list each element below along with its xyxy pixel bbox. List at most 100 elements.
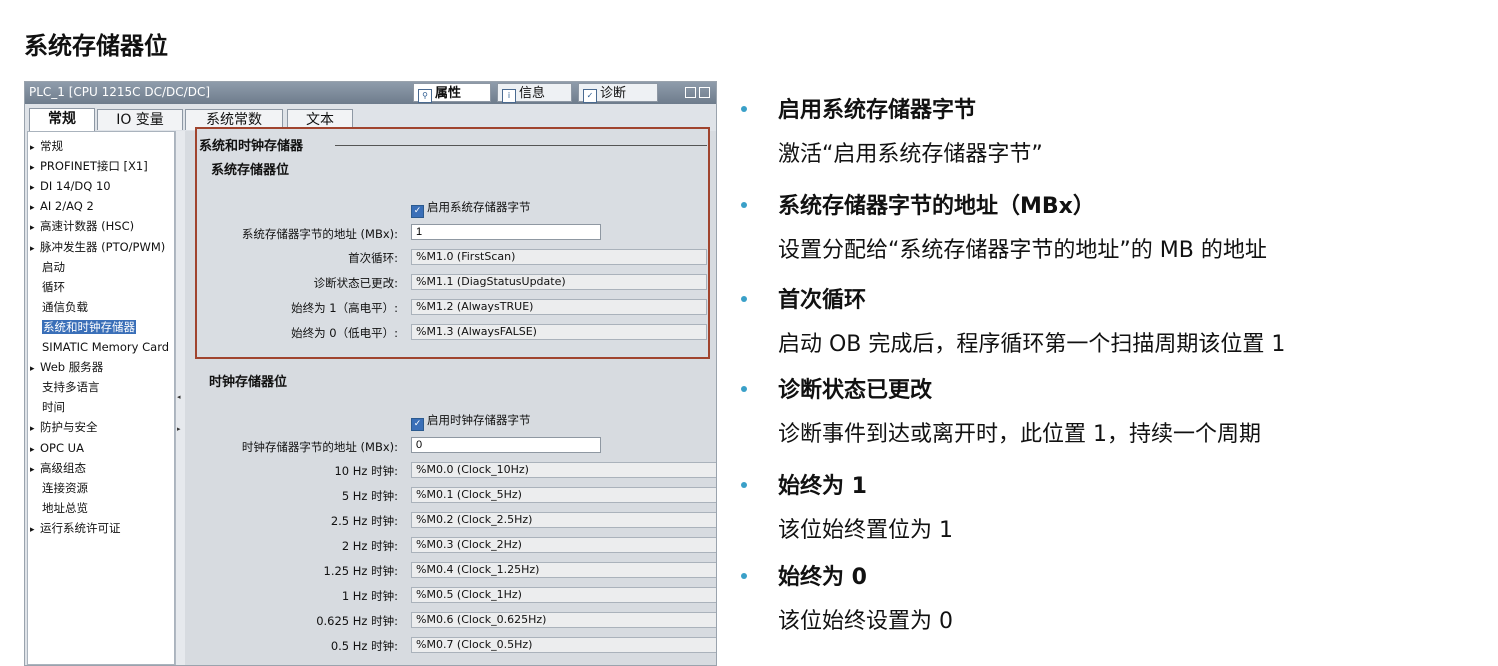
system-address-input[interactable] bbox=[411, 224, 601, 240]
readonly-address-field: %M0.4 (Clock_1.25Hz) bbox=[411, 562, 716, 578]
bullet-dot-icon bbox=[741, 106, 747, 112]
clock-memory-title: 时钟存储器位 bbox=[209, 375, 288, 390]
expand-arrow-icon[interactable]: ▸ bbox=[30, 160, 40, 177]
checkmark-icon: ✓ bbox=[411, 418, 424, 431]
bullet-title: 首次循环 bbox=[778, 288, 867, 313]
nav-item[interactable]: ▸ DI 14/DQ 10 bbox=[30, 178, 111, 195]
nav-item[interactable]: 启动 bbox=[30, 259, 65, 276]
expand-arrow-icon[interactable]: ▸ bbox=[30, 200, 40, 217]
readonly-address-field: %M0.2 (Clock_2.5Hz) bbox=[411, 512, 716, 528]
readonly-address-field: %M0.3 (Clock_2Hz) bbox=[411, 537, 716, 553]
maximize-icon[interactable] bbox=[699, 87, 710, 98]
expand-right-icon[interactable]: ▸ bbox=[177, 425, 183, 439]
tab-diagnostics[interactable]: ✓ 诊断 bbox=[578, 83, 658, 103]
bullet-title: 始终为 0 bbox=[778, 565, 867, 590]
bullet-title: 启用系统存储器字节 bbox=[778, 98, 977, 123]
readonly-address-field: %M1.1 (DiagStatusUpdate) bbox=[411, 274, 707, 290]
nav-item-label: 启动 bbox=[42, 259, 65, 274]
page-title: 系统存储器位 bbox=[24, 32, 168, 60]
nav-item[interactable]: ▸ Web 服务器 bbox=[30, 359, 103, 376]
restore-icon[interactable] bbox=[685, 87, 696, 98]
expand-arrow-icon[interactable]: ▸ bbox=[30, 361, 40, 378]
nav-item[interactable]: ▸ 高速计数器 (HSC) bbox=[30, 218, 134, 235]
field-label: 10 Hz 时钟: bbox=[334, 464, 398, 478]
field-label: 0.5 Hz 时钟: bbox=[330, 639, 398, 653]
expand-arrow-icon[interactable]: ▸ bbox=[30, 220, 40, 237]
field-label: 5 Hz 时钟: bbox=[341, 489, 398, 503]
nav-item-label: AI 2/AQ 2 bbox=[40, 199, 94, 214]
field-label: 始终为 0（低电平）: bbox=[291, 326, 398, 340]
collapse-left-icon[interactable]: ◂ bbox=[177, 393, 183, 407]
readonly-address-field: %M1.2 (AlwaysTRUE) bbox=[411, 299, 707, 315]
nav-item[interactable]: ▸ 脉冲发生器 (PTO/PWM) bbox=[30, 239, 165, 256]
nav-item[interactable]: 循环 bbox=[30, 279, 65, 296]
field-label: 0.625 Hz 时钟: bbox=[316, 614, 398, 628]
system-memory-section: 系统和时钟存储器 系统存储器位 ✓ 启用系统存储器字节 系统存储器字节的地址 (M… bbox=[195, 127, 710, 359]
bullet-dot-icon bbox=[741, 482, 747, 488]
bullet-description: 启动 OB 完成后，程序循环第一个扫描周期该位置 1 bbox=[778, 332, 1286, 357]
field-label: 诊断状态已更改: bbox=[313, 276, 398, 290]
expand-arrow-icon[interactable]: ▸ bbox=[30, 522, 40, 539]
bullet-description: 设置分配给“系统存储器字节的地址”的 MB 的地址 bbox=[778, 238, 1267, 263]
expand-arrow-icon[interactable]: ▸ bbox=[30, 462, 40, 479]
system-address-label: 系统存储器字节的地址 (MBx): bbox=[241, 227, 398, 241]
nav-item-label: 循环 bbox=[42, 279, 65, 294]
nav-item[interactable]: ▸ 高级组态 bbox=[30, 460, 86, 477]
nav-item-label: DI 14/DQ 10 bbox=[40, 179, 111, 194]
bullet-title: 系统存储器字节的地址（MBx） bbox=[778, 194, 1095, 219]
subtab-io-tags[interactable]: IO 变量 bbox=[97, 109, 183, 130]
nav-item[interactable]: ▸ 常规 bbox=[30, 138, 63, 155]
subtab-general[interactable]: 常规 bbox=[29, 108, 95, 131]
bullet-description: 诊断事件到达或离开时，此位置 1，持续一个周期 bbox=[778, 422, 1261, 447]
readonly-address-field: %M0.5 (Clock_1Hz) bbox=[411, 587, 716, 603]
expand-arrow-icon[interactable]: ▸ bbox=[30, 241, 40, 258]
field-label: 始终为 1（高电平）: bbox=[291, 301, 398, 315]
nav-item-label: 支持多语言 bbox=[42, 380, 100, 395]
window-buttons[interactable] bbox=[682, 87, 710, 99]
nav-item-label: 地址总览 bbox=[42, 500, 88, 515]
readonly-address-field: %M0.7 (Clock_0.5Hz) bbox=[411, 637, 716, 653]
nav-item[interactable]: 连接资源 bbox=[30, 480, 88, 497]
nav-item[interactable]: 地址总览 bbox=[30, 500, 88, 517]
nav-item-label: 高速计数器 (HSC) bbox=[40, 219, 135, 234]
expand-arrow-icon[interactable]: ▸ bbox=[30, 442, 40, 459]
nav-item-label: 时间 bbox=[42, 400, 65, 415]
nav-item-label: 系统和时钟存储器 bbox=[42, 319, 136, 334]
readonly-address-field: %M0.0 (Clock_10Hz) bbox=[411, 462, 716, 478]
nav-item[interactable]: SIMATIC Memory Card bbox=[30, 339, 169, 356]
clock-address-input[interactable] bbox=[411, 437, 601, 453]
nav-item-label: 运行系统许可证 bbox=[40, 520, 121, 535]
bullet-description: 该位始终设置为 0 bbox=[778, 609, 953, 634]
nav-item-label: Web 服务器 bbox=[40, 360, 104, 375]
expand-arrow-icon[interactable]: ▸ bbox=[30, 421, 40, 438]
enable-system-memory-checkbox[interactable]: ✓ 启用系统存储器字节 bbox=[411, 200, 531, 218]
nav-item[interactable]: 支持多语言 bbox=[30, 379, 100, 396]
nav-item[interactable]: 时间 bbox=[30, 399, 65, 416]
readonly-address-field: %M0.1 (Clock_5Hz) bbox=[411, 487, 716, 503]
nav-item-label: 通信负载 bbox=[42, 299, 88, 314]
field-label: 1.25 Hz 时钟: bbox=[323, 564, 398, 578]
info-icon: i bbox=[502, 89, 516, 103]
nav-item[interactable]: ▸ OPC UA bbox=[30, 440, 84, 457]
nav-item[interactable]: ▸ 防护与安全 bbox=[30, 419, 98, 436]
field-label: 首次循环: bbox=[348, 251, 398, 265]
expand-arrow-icon[interactable]: ▸ bbox=[30, 140, 40, 157]
field-label: 1 Hz 时钟: bbox=[341, 589, 398, 603]
tab-info[interactable]: i 信息 bbox=[497, 83, 572, 103]
enable-clock-memory-checkbox[interactable]: ✓ 启用时钟存储器字节 bbox=[411, 413, 531, 431]
tab-properties[interactable]: ⚲ 属性 bbox=[413, 83, 491, 103]
readonly-address-field: %M0.6 (Clock_0.625Hz) bbox=[411, 612, 716, 628]
inspector-window: PLC_1 [CPU 1215C DC/DC/DC] ⚲ 属性 i 信息 ✓ 诊断 常… bbox=[24, 81, 717, 666]
nav-item-label: 连接资源 bbox=[42, 480, 88, 495]
bullet-description: 激活“启用系统存储器字节” bbox=[778, 142, 1043, 167]
expand-arrow-icon[interactable]: ▸ bbox=[30, 180, 40, 197]
nav-item[interactable]: ▸ PROFINET接口 [X1] bbox=[30, 158, 148, 175]
group-title: 系统和时钟存储器 bbox=[199, 139, 304, 154]
nav-item[interactable]: ▸ 运行系统许可证 bbox=[30, 520, 121, 537]
field-label: 2.5 Hz 时钟: bbox=[330, 514, 398, 528]
nav-tree: ▸ 常规 ▸ PROFINET接口 [X1] ▸ DI 14/DQ 10 ▸ AI 2/AQ … bbox=[27, 131, 175, 665]
nav-item-label: PROFINET接口 [X1] bbox=[40, 159, 148, 174]
nav-item[interactable]: 通信负载 bbox=[30, 299, 88, 316]
nav-item[interactable]: 系统和时钟存储器 bbox=[30, 319, 136, 336]
nav-item[interactable]: ▸ AI 2/AQ 2 bbox=[30, 198, 94, 215]
